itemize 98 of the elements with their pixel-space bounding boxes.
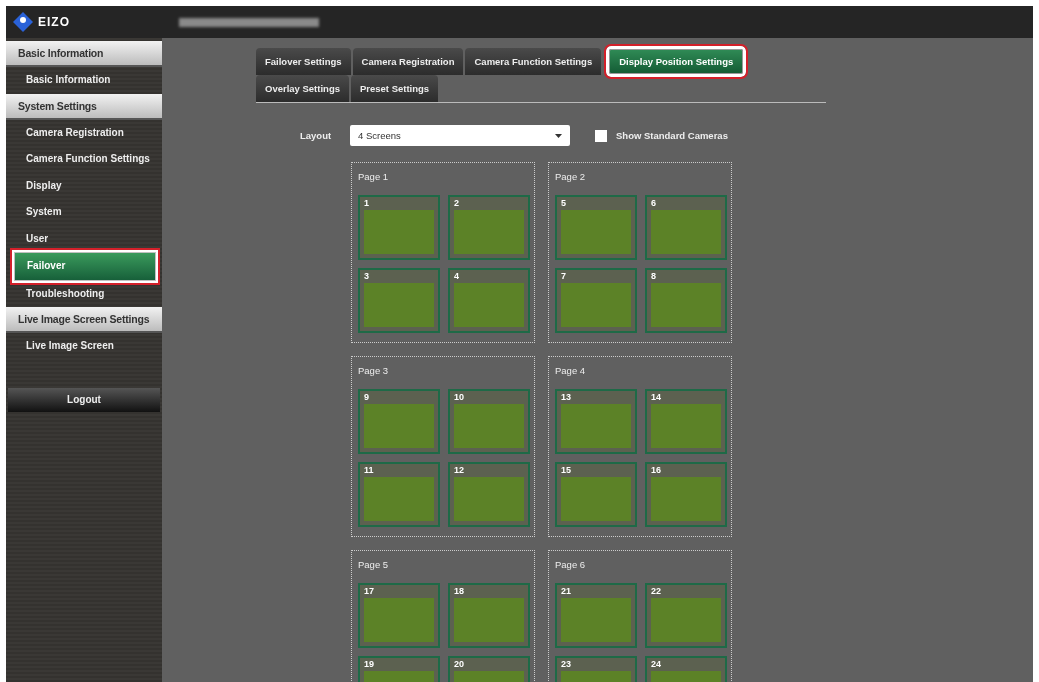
screen-tile[interactable]: 6 [645, 195, 727, 260]
screen-number: 15 [561, 464, 572, 477]
screen-preview [561, 404, 631, 448]
screen-number: 8 [651, 270, 657, 283]
screen-tile[interactable]: 3 [358, 268, 440, 333]
screen-number: 20 [454, 658, 465, 671]
screen-tile[interactable]: 2 [448, 195, 530, 260]
layout-label: Layout [300, 130, 333, 141]
sidebar-item[interactable]: Display [6, 172, 162, 199]
screen-number: 17 [364, 585, 375, 598]
tab[interactable]: Preset Settings [351, 75, 439, 102]
screen-tile[interactable]: 16 [645, 462, 727, 527]
screen-tile[interactable]: 20 [448, 656, 530, 682]
screen-preview [454, 283, 524, 327]
screen-tile[interactable]: 7 [555, 268, 637, 333]
screen-number: 4 [454, 270, 460, 283]
sidebar-item[interactable]: Live Image Screen [6, 333, 162, 360]
screen-tile[interactable]: 24 [645, 656, 727, 682]
layout-dropdown[interactable]: 4 Screens [350, 125, 570, 146]
sidebar-item[interactable]: Camera Function Settings [6, 146, 162, 173]
screen-tile[interactable]: 15 [555, 462, 637, 527]
tab[interactable]: Camera Function Settings [465, 48, 602, 75]
logo-text: EIZO [38, 15, 70, 29]
screen-number: 11 [364, 464, 375, 477]
screen-preview [651, 210, 721, 254]
screen-number: 24 [651, 658, 662, 671]
page-title: Page 4 [555, 365, 587, 378]
screen-tile[interactable]: 9 [358, 389, 440, 454]
screen-preview [454, 477, 524, 521]
sidebar-item[interactable]: Camera Registration [6, 119, 162, 146]
page-title: Page 5 [358, 559, 390, 572]
sidebar-section-header: Basic Information [6, 41, 162, 67]
screen-tile[interactable]: 4 [448, 268, 530, 333]
checkbox[interactable] [595, 129, 607, 142]
screen-number: 1 [364, 197, 370, 210]
sidebar-item[interactable]: System [6, 199, 162, 226]
sidebar-section-header: Live Image Screen Settings [6, 307, 162, 333]
screen-tile[interactable]: 19 [358, 656, 440, 682]
screen-number: 13 [561, 391, 572, 404]
screen-number: 23 [561, 658, 572, 671]
screen-number: 19 [364, 658, 375, 671]
screen-preview [561, 210, 631, 254]
screen-number: 6 [651, 197, 657, 210]
page-title: Page 2 [555, 171, 587, 184]
screen-tile[interactable]: 18 [448, 583, 530, 648]
screen-tile[interactable]: 8 [645, 268, 727, 333]
screen-tile[interactable]: 21 [555, 583, 637, 648]
screen-preview [561, 598, 631, 642]
screen-tile[interactable]: 5 [555, 195, 637, 260]
screen-tile[interactable]: 11 [358, 462, 440, 527]
screen-tile[interactable]: 23 [555, 656, 637, 682]
screen-preview [364, 404, 434, 448]
screen-tile[interactable]: 13 [555, 389, 637, 454]
screen-tile[interactable]: 10 [448, 389, 530, 454]
screen-preview [561, 477, 631, 521]
screen-tile[interactable]: 17 [358, 583, 440, 648]
screen-preview [454, 598, 524, 642]
screen-preview [651, 477, 721, 521]
screen-preview [454, 404, 524, 448]
screen-number: 16 [651, 464, 662, 477]
sidebar-item[interactable]: Troubleshooting [6, 280, 162, 307]
screen-preview [561, 283, 631, 327]
screen-preview [651, 598, 721, 642]
screen-number: 18 [454, 585, 465, 598]
screen-tile[interactable]: 1 [358, 195, 440, 260]
screen-preview [364, 598, 434, 642]
checkbox-label: Show Standard Cameras [616, 130, 728, 141]
screen-number: 3 [364, 270, 370, 283]
screen-preview [364, 210, 434, 254]
screen-number: 9 [364, 391, 370, 404]
screen-preview [651, 404, 721, 448]
screen-tile[interactable]: 12 [448, 462, 530, 527]
screen-number: 10 [454, 391, 465, 404]
screen-number: 5 [561, 197, 567, 210]
screen-preview [364, 477, 434, 521]
sidebar-section-header: System Settings [6, 93, 162, 120]
sidebar-item[interactable]: User [6, 225, 162, 252]
page-title: Page 6 [555, 559, 587, 572]
tab[interactable]: Failover Settings [256, 48, 351, 75]
screen-number: 22 [651, 585, 662, 598]
tab[interactable]: Overlay Settings [256, 75, 349, 102]
screen-tile[interactable]: 14 [645, 389, 727, 454]
diamond-logo-icon [12, 11, 34, 33]
screen-number: 21 [561, 585, 572, 598]
caret-icon [555, 133, 562, 138]
tab[interactable]: Camera Registration [352, 48, 464, 75]
screen-tile[interactable]: 22 [645, 583, 727, 648]
screen-preview [651, 283, 721, 327]
page-title: Page 1 [358, 171, 390, 184]
screen-number: 14 [651, 391, 662, 404]
logout-button[interactable]: Logout [8, 387, 160, 412]
screen-preview [454, 210, 524, 254]
sidebar-item[interactable]: Basic Information [6, 67, 162, 94]
screen-number: 12 [454, 464, 465, 477]
screen-number: 7 [561, 270, 567, 283]
screen-preview [364, 283, 434, 327]
screen-number: 2 [454, 197, 460, 210]
page-title: Page 3 [358, 365, 390, 378]
